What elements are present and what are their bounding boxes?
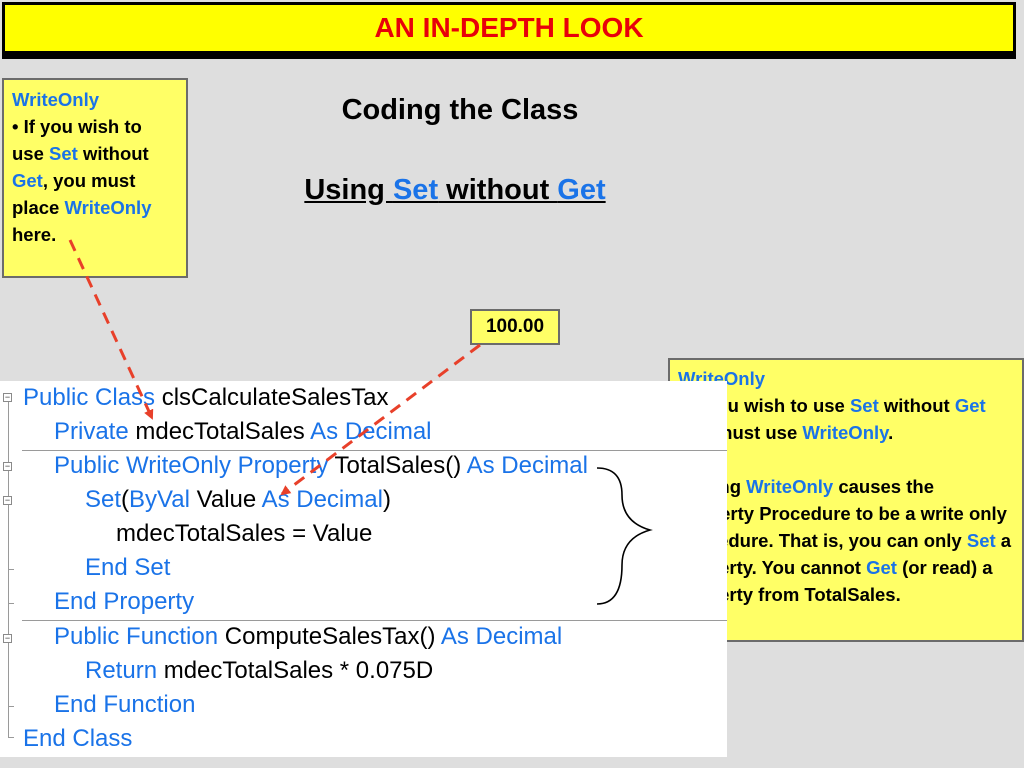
code-keyword: As Decimal [466, 452, 588, 479]
code-text: mdecTotalSales * 0.075D [157, 657, 434, 684]
collapse-icon[interactable]: − [3, 496, 12, 505]
note-left-text-2: without [77, 143, 149, 164]
code-keyword: Public Function [54, 623, 219, 650]
section-heading: Coding the Class [341, 94, 579, 126]
code-keyword: End Property [54, 588, 195, 615]
code-keyword: Public Class [23, 384, 156, 411]
code-keyword: End Class [23, 725, 133, 752]
code-text: Value [189, 486, 262, 513]
subheading-set: Set [392, 174, 439, 206]
note-right-a-set: Set [849, 395, 879, 416]
note-right-a-writeonly: WriteOnly [802, 422, 889, 443]
code-keyword: Public WriteOnly Property [54, 452, 329, 479]
section-subheading: Using Set without Get [220, 174, 690, 207]
code-text: mdecTotalSales [128, 418, 311, 445]
note-right-a-get: Get [954, 395, 986, 416]
title-shadow [2, 54, 1016, 59]
code-text: TotalSales() [328, 452, 467, 479]
note-right-a4: . [888, 422, 894, 443]
note-left-kw-get: Get [12, 170, 43, 191]
code-text: ) [382, 486, 391, 513]
code-text: ComputeSalesTax() [218, 623, 441, 650]
gutter-line [8, 398, 9, 738]
code-keyword: End Set [85, 554, 171, 581]
collapse-icon[interactable]: − [3, 462, 12, 471]
code-keyword: Return [85, 657, 158, 684]
note-right-b-get: Get [866, 557, 897, 578]
gutter-tick [8, 603, 14, 604]
note-left-kw-writeonly: WriteOnly [64, 197, 152, 218]
code-editor[interactable]: − − − − Public Class clsCalculateSalesTa… [0, 381, 727, 757]
code-text: mdecTotalSales = Value [116, 520, 373, 547]
subheading-without: without [438, 174, 558, 206]
note-left-text-4: here. [12, 224, 57, 245]
slide-title: AN IN-DEPTH LOOK [374, 12, 644, 43]
code-text: clsCalculateSalesTax [155, 384, 389, 411]
subheading-using: Using [304, 174, 393, 206]
gutter-tick [8, 569, 14, 570]
code-keyword: End Function [54, 691, 196, 718]
gutter-tick [8, 706, 14, 707]
code-keyword: As Decimal [310, 418, 432, 445]
note-left-kw-set: Set [49, 143, 78, 164]
code-keyword: As Decimal [261, 486, 383, 513]
collapse-icon[interactable]: − [3, 634, 12, 643]
code-keyword: As Decimal [440, 623, 563, 650]
note-right-b-writeonly: WriteOnly [746, 476, 834, 497]
value-box: 100.00 [470, 309, 560, 345]
code-keyword: ByVal [129, 486, 190, 513]
code-keyword: Private [54, 418, 129, 445]
subheading-get: Get [557, 174, 606, 206]
code-keyword: Set [85, 486, 122, 513]
collapse-icon[interactable]: − [3, 393, 12, 402]
gutter-tick [8, 737, 14, 738]
note-right-b-set: Set [966, 530, 996, 551]
note-right-a2: without [878, 395, 955, 416]
note-left: WriteOnly • If you wish to use Set witho… [2, 78, 188, 278]
title-bar: AN IN-DEPTH LOOK [2, 2, 1016, 54]
code-text: ( [121, 486, 130, 513]
note-left-title: WriteOnly [12, 89, 100, 110]
